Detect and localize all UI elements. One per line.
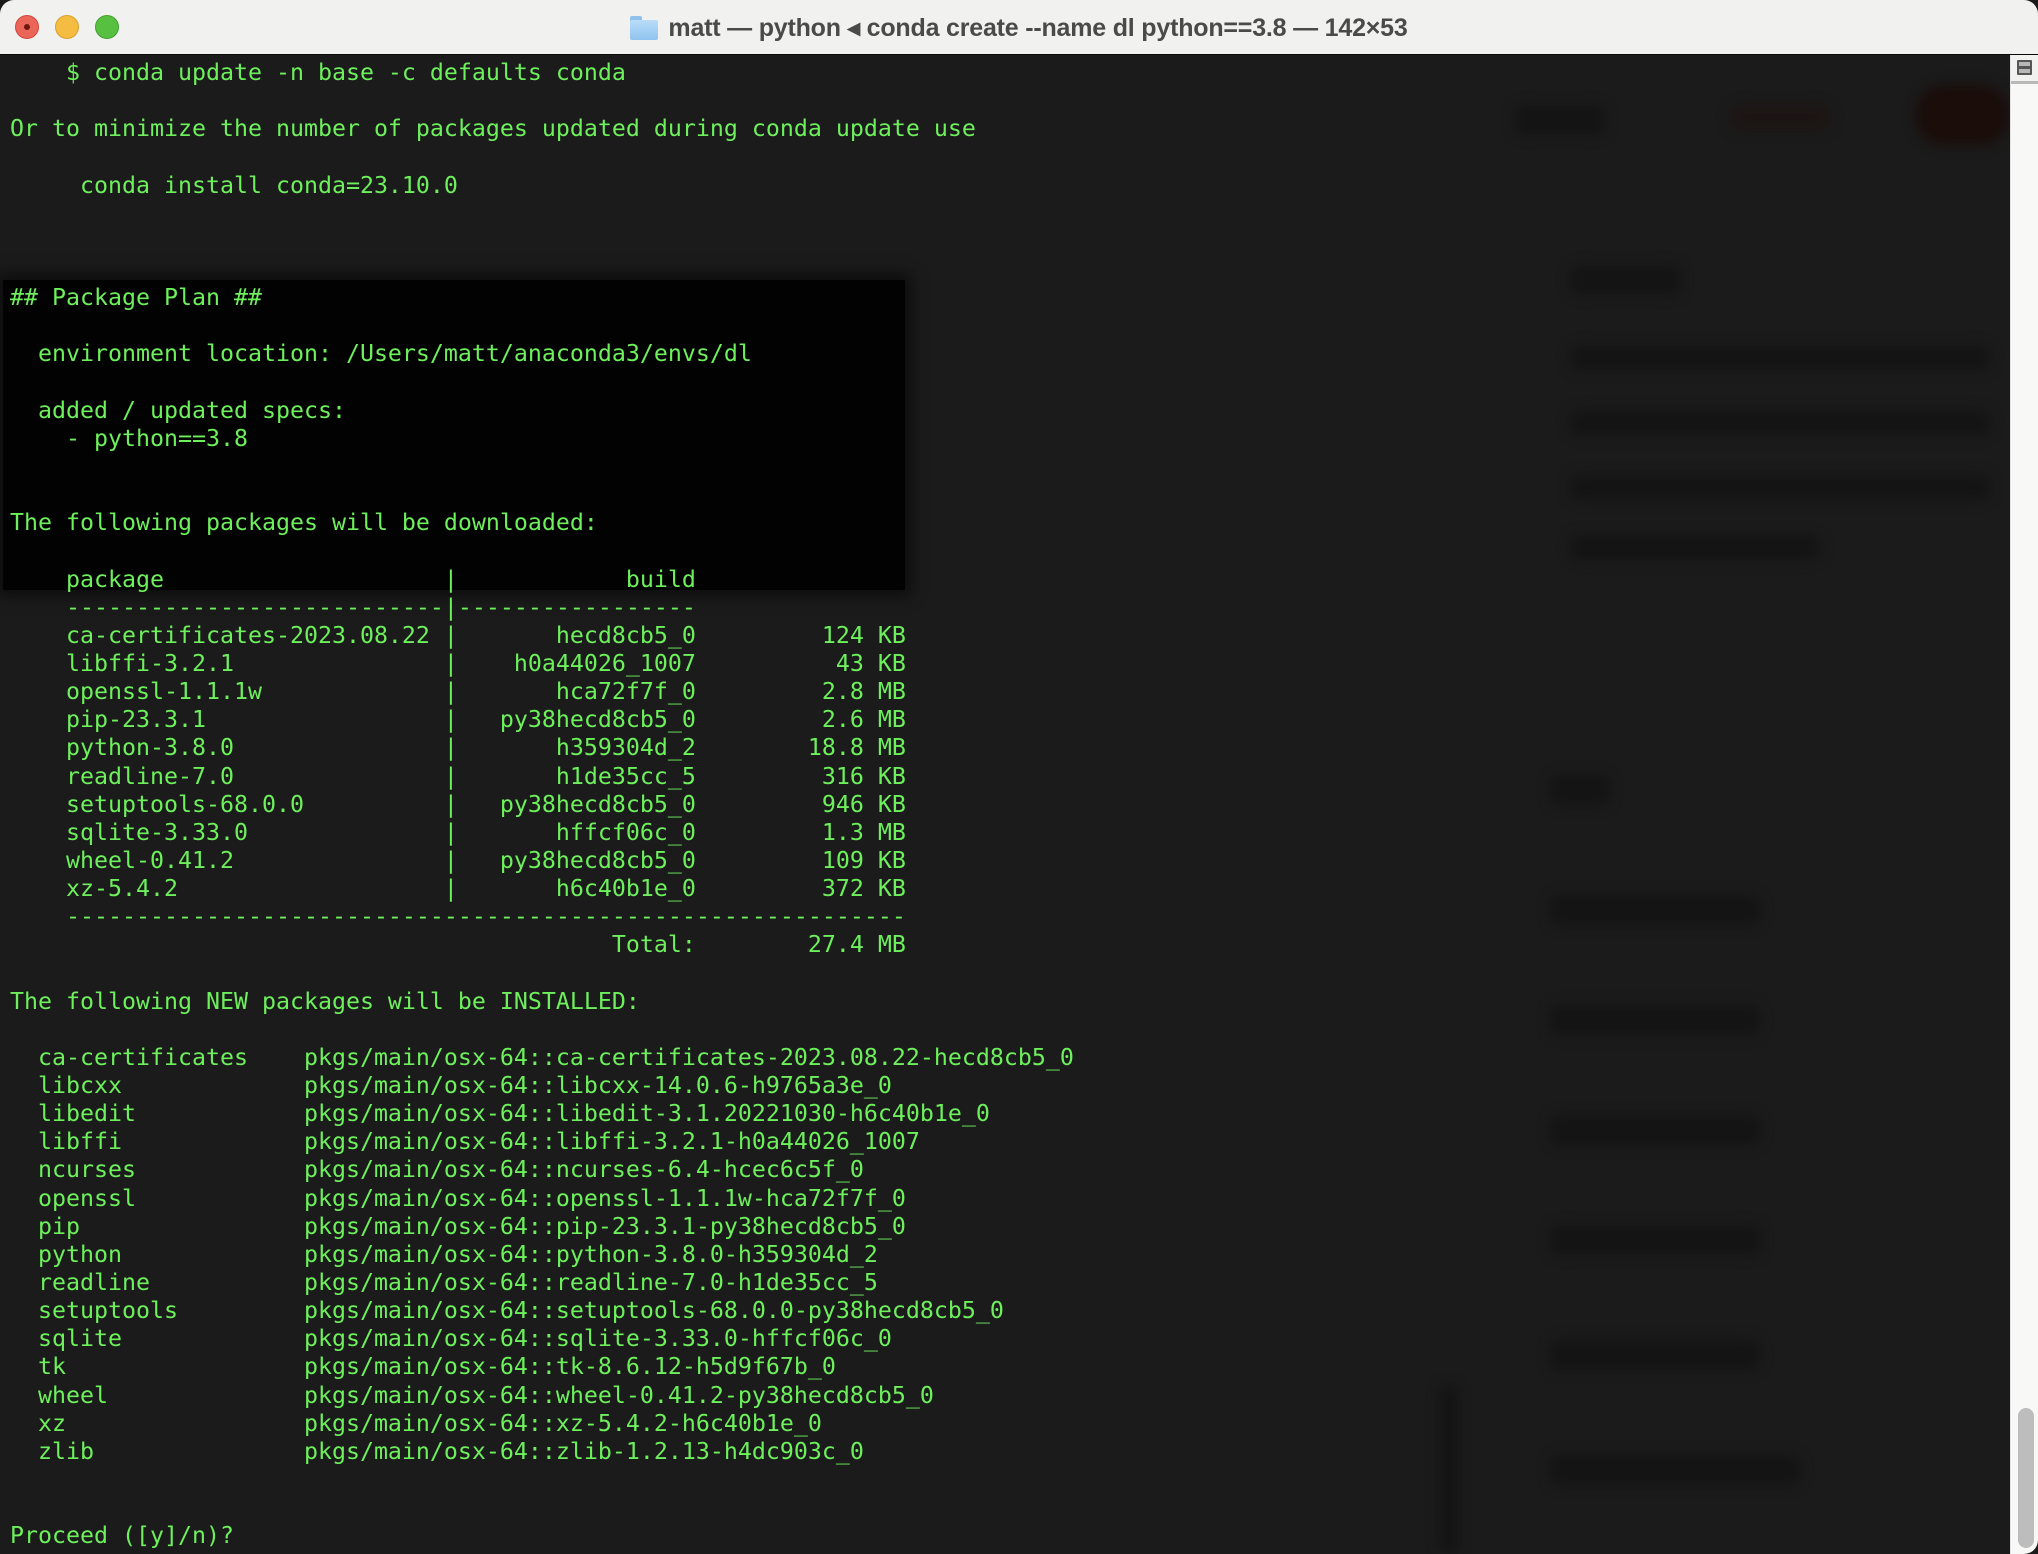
folder-icon [630, 15, 659, 40]
terminal-line: libedit pkgs/main/osx-64::libedit-3.1.20… [10, 1100, 990, 1128]
terminal-line: ---------------------------|------------… [10, 593, 696, 621]
terminal-line: ca-certificates-2023.08.22 | hecd8cb5_0 … [10, 621, 906, 649]
terminal-line: conda install conda=23.10.0 [10, 171, 458, 199]
terminal-line: Proceed ([y]/n)? [10, 1522, 234, 1550]
terminal-line: setuptools-68.0.0 | py38hecd8cb5_0 946 K… [10, 790, 906, 818]
terminal-line: zlib pkgs/main/osx-64::zlib-1.2.13-h4dc9… [10, 1437, 864, 1465]
terminal-content[interactable]: $ conda update -n base -c defaults conda… [0, 55, 2010, 1554]
terminal-window: matt — python ◂ conda create --name dl p… [0, 0, 2038, 1554]
terminal-line: ## Package Plan ## [10, 284, 262, 312]
terminal-line: sqlite pkgs/main/osx-64::sqlite-3.33.0-h… [10, 1325, 892, 1353]
terminal-line: xz-5.4.2 | h6c40b1e_0 372 KB [10, 875, 906, 903]
terminal-line: libcxx pkgs/main/osx-64::libcxx-14.0.6-h… [10, 1072, 892, 1100]
terminal-line: libffi pkgs/main/osx-64::libffi-3.2.1-h0… [10, 1128, 920, 1156]
terminal-line: xz pkgs/main/osx-64::xz-5.4.2-h6c40b1e_0 [10, 1409, 822, 1437]
terminal-line: added / updated specs: [10, 396, 346, 424]
title-bar[interactable]: matt — python ◂ conda create --name dl p… [0, 0, 2038, 55]
terminal-line: The following packages will be downloade… [10, 509, 598, 537]
terminal-line: sqlite-3.33.0 | hffcf06c_0 1.3 MB [10, 818, 906, 846]
terminal-line: ----------------------------------------… [10, 903, 906, 931]
terminal-line: - python==3.8 [10, 424, 248, 452]
window-title: matt — python ◂ conda create --name dl p… [668, 13, 1408, 42]
terminal-line: setuptools pkgs/main/osx-64::setuptools-… [10, 1297, 1004, 1325]
terminal-line: readline pkgs/main/osx-64::readline-7.0-… [10, 1269, 878, 1297]
terminal-output[interactable]: $ conda update -n base -c defaults conda… [10, 59, 1074, 1550]
terminal-line: libffi-3.2.1 | h0a44026_1007 43 KB [10, 649, 906, 677]
terminal-line: tk pkgs/main/osx-64::tk-8.6.12-h5d9f67b_… [10, 1353, 836, 1381]
terminal-line: The following NEW packages will be INSTA… [10, 987, 640, 1015]
terminal-line: openssl-1.1.1w | hca72f7f_0 2.8 MB [10, 678, 906, 706]
split-pane-icon [2017, 60, 2032, 75]
terminal-line: python-3.8.0 | h359304d_2 18.8 MB [10, 734, 906, 762]
scrollbar-thumb[interactable] [2018, 1408, 2034, 1548]
vertical-scrollbar[interactable] [2010, 55, 2038, 1554]
terminal-line: openssl pkgs/main/osx-64::openssl-1.1.1w… [10, 1184, 906, 1212]
terminal-line: pip pkgs/main/osx-64::pip-23.3.1-py38hec… [10, 1212, 906, 1240]
terminal-line: readline-7.0 | h1de35cc_5 316 KB [10, 762, 906, 790]
window-title-group: matt — python ◂ conda create --name dl p… [0, 0, 2038, 55]
terminal-line: python pkgs/main/osx-64::python-3.8.0-h3… [10, 1240, 878, 1268]
terminal-line: ncurses pkgs/main/osx-64::ncurses-6.4-hc… [10, 1156, 864, 1184]
terminal-line: environment location: /Users/matt/anacon… [10, 340, 752, 368]
terminal-line: wheel pkgs/main/osx-64::wheel-0.41.2-py3… [10, 1381, 934, 1409]
terminal-line: pip-23.3.1 | py38hecd8cb5_0 2.6 MB [10, 706, 906, 734]
terminal-line: wheel-0.41.2 | py38hecd8cb5_0 109 KB [10, 846, 906, 874]
terminal-line: package | build [10, 565, 696, 593]
terminal-line: Total: 27.4 MB [10, 931, 906, 959]
terminal-line: $ conda update -n base -c defaults conda [10, 59, 626, 86]
terminal-line: ca-certificates pkgs/main/osx-64::ca-cer… [10, 1043, 1074, 1071]
terminal-line: Or to minimize the number of packages up… [10, 115, 976, 143]
split-pane-button[interactable] [2011, 55, 2038, 84]
